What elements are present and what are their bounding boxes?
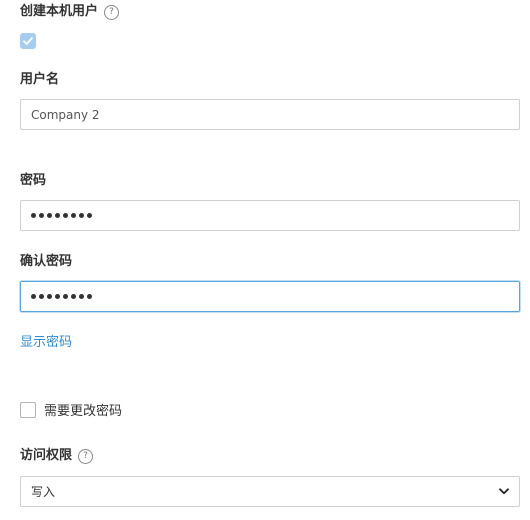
mask-dot (87, 294, 92, 299)
password-input[interactable] (20, 200, 520, 231)
mask-dot (47, 294, 52, 299)
username-value: Company 2 (31, 107, 100, 122)
confirm-password-input[interactable] (20, 281, 520, 312)
create-local-user-heading: 创建本机用户 ? (20, 3, 120, 21)
create-local-user-label: 创建本机用户 (20, 4, 99, 19)
mask-dot (71, 294, 76, 299)
mask-dot (39, 213, 44, 218)
require-change-password-row[interactable]: 需要更改密码 (20, 400, 122, 419)
check-icon (23, 37, 33, 45)
mask-dot (39, 294, 44, 299)
create-local-user-checkbox[interactable] (20, 33, 36, 49)
confirm-password-masked-value (31, 294, 92, 299)
access-permission-label: 访问权限 (20, 448, 73, 463)
help-icon[interactable]: ? (78, 448, 94, 464)
mask-dot (87, 213, 92, 218)
mask-dot (31, 294, 36, 299)
mask-dot (71, 213, 76, 218)
mask-dot (79, 294, 84, 299)
mask-dot (79, 213, 84, 218)
help-icon[interactable]: ? (104, 4, 120, 20)
mask-dot (55, 294, 60, 299)
access-permission-selected: 写入 (31, 485, 56, 499)
mask-dot (63, 294, 68, 299)
confirm-password-label: 确认密码 (20, 254, 73, 269)
password-masked-value (31, 213, 92, 218)
mask-dot (31, 213, 36, 218)
require-change-password-label: 需要更改密码 (44, 404, 123, 419)
require-change-password-checkbox[interactable] (20, 401, 36, 418)
username-label: 用户名 (20, 72, 60, 87)
access-permission-heading: 访问权限 ? (20, 447, 94, 465)
mask-dot (55, 213, 60, 218)
username-input[interactable]: Company 2 (20, 99, 520, 130)
show-password-link[interactable]: 显示密码 (20, 334, 72, 352)
mask-dot (47, 213, 52, 218)
access-permission-select[interactable]: 写入 (20, 476, 520, 507)
password-label: 密码 (20, 173, 47, 188)
chevron-down-icon (499, 488, 509, 495)
mask-dot (63, 213, 68, 218)
create-user-form: 创建本机用户 ? 用户名 Company 2 密码 确认密码 显示密码 需要更改… (0, 0, 530, 520)
